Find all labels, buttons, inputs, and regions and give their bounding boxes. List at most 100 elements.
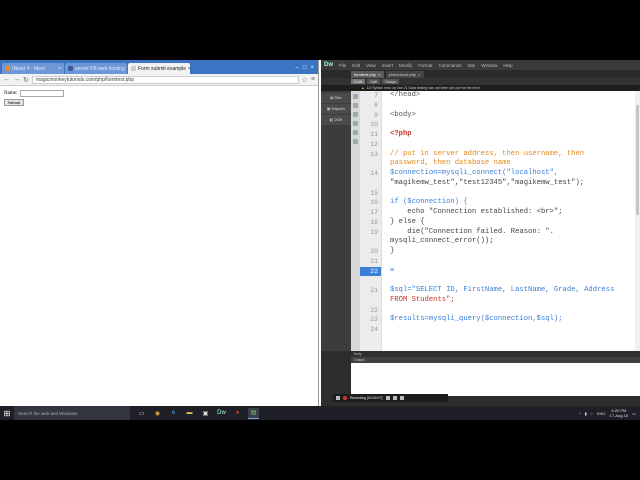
code-editor[interactable]: 7 </head> 8 9 <body> 10 11 <?php 12 13 // put in s… (360, 91, 640, 351)
address-bar[interactable]: magicmonkeytutorials.com/php/formtest.ph… (31, 75, 299, 84)
code-view-button[interactable]: Code (351, 79, 366, 84)
chrome-tab-label: (New) 4 - Mem (12, 65, 46, 72)
menu-item[interactable]: Modify (399, 63, 412, 68)
split-view-button[interactable]: Split (367, 79, 381, 84)
collapse-icon[interactable] (353, 103, 358, 108)
menu-item[interactable]: File (339, 63, 346, 68)
desktop-screen: (New) 4 - Mem× server FB web hosting× Fo… (0, 60, 640, 420)
notifications-icon[interactable]: ▭ (632, 411, 636, 416)
clock[interactable]: 8:20 PM 17-Aug-16 (610, 408, 629, 418)
code-text: $sql="SELECT ID, FirstName, LastName, Gr… (390, 286, 615, 294)
edge-icon[interactable]: e (168, 408, 179, 419)
code-line: 19 die("Connection failed. Reason: ". (360, 228, 640, 238)
menu-item[interactable]: Edit (352, 63, 360, 68)
code-line: 22 (360, 306, 640, 316)
chrome-toolbar: ← → ↻ magicmonkeytutorials.com/php/formt… (0, 74, 318, 86)
stop-icon[interactable] (399, 396, 404, 400)
dw-view-bar: Code Split Design (321, 78, 640, 85)
snippets-icon: ▦ (327, 107, 331, 111)
format-icon[interactable] (353, 139, 358, 144)
close-icon[interactable]: × (418, 72, 420, 77)
doc-tab-label: formtest.php (354, 72, 377, 77)
recorder-icon[interactable]: ● (232, 408, 243, 419)
taskbar: ⊞ Search the web and Windows ▭ ◉ e ▬ ▣ D… (0, 406, 640, 420)
code-line: 21 (360, 257, 640, 267)
language-indicator[interactable]: ENG (597, 411, 606, 416)
code-line: FROM Students"; (360, 296, 640, 306)
editor-scrollbar[interactable] (635, 91, 640, 351)
windows-start-icon[interactable]: ⊞ (0, 406, 14, 420)
close-icon[interactable]: × (378, 72, 380, 77)
menu-item[interactable]: View (366, 63, 376, 68)
chrome-tab-active[interactable]: Form submit example × (128, 63, 190, 74)
files-panel-button[interactable]: ▤ Files (321, 93, 351, 103)
recording-label: Recording [00:00:07] (350, 396, 383, 400)
scrollbar-thumb[interactable] (636, 105, 639, 215)
menu-item[interactable]: Window (481, 63, 497, 68)
minimize-icon[interactable]: – (296, 65, 299, 71)
system-tray: ^ ▮ ♪ ENG 8:20 PM 17-Aug-16 ▭ (579, 408, 640, 418)
menu-item[interactable]: Help (503, 63, 512, 68)
name-label: Name: (4, 91, 18, 96)
page-content: Name: Submit (0, 86, 318, 110)
file-explorer-icon[interactable]: ▬ (184, 408, 195, 419)
dreamweaver-window: Dw File Edit View Insert Modify Format C… (321, 60, 640, 406)
doc-tab[interactable]: phonebook.php × (385, 71, 424, 78)
menu-item[interactable]: Commands (439, 63, 462, 68)
taskbar-search[interactable]: Search the web and Windows (14, 406, 130, 420)
maximize-icon[interactable]: □ (303, 65, 307, 71)
comment-icon[interactable] (353, 121, 358, 126)
forward-icon[interactable]: → (13, 76, 20, 83)
close-icon[interactable]: × (188, 66, 190, 72)
chrome-tab-label: server FB web hosting (75, 65, 125, 72)
star-icon[interactable]: ☆ (302, 76, 308, 84)
back-icon[interactable]: ← (3, 76, 10, 83)
chrome-tab-strip: (New) 4 - Mem× server FB web hosting× Fo… (0, 60, 318, 74)
expand-icon[interactable] (353, 112, 358, 117)
line-number: 17 (370, 209, 378, 216)
submit-button[interactable]: Submit (4, 99, 24, 106)
menu-icon[interactable]: ≡ (311, 76, 315, 83)
code-line: 21 $sql="SELECT ID, FirstName, LastName, … (360, 286, 640, 296)
volume-icon[interactable]: ♪ (591, 411, 593, 416)
code-text: } (390, 247, 395, 255)
info-icon: ▲ (361, 86, 365, 90)
doc-tab[interactable]: formtest.php × (351, 71, 384, 78)
camera-icon[interactable] (392, 396, 397, 400)
task-view-icon[interactable]: ▭ (136, 408, 147, 419)
line-number: 10 (370, 121, 378, 129)
pause-icon[interactable] (336, 396, 340, 400)
code-line: 23 $results=mysqli_query($connection,$sql… (360, 315, 640, 325)
code-text: mysqli_connect_error()); (390, 237, 494, 246)
dw-coding-toolbar (351, 91, 360, 351)
open-documents-icon[interactable] (353, 94, 358, 99)
close-icon[interactable]: × (58, 66, 61, 72)
dom-panel-button[interactable]: ◧ DOM (321, 115, 351, 125)
chevron-up-icon[interactable]: ^ (579, 411, 581, 416)
dom-icon: ◧ (329, 118, 334, 122)
indent-icon[interactable] (353, 130, 358, 135)
reload-icon[interactable]: ↻ (23, 76, 29, 84)
chrome-tab[interactable]: (New) 4 - Mem × (2, 63, 64, 74)
menu-item[interactable]: Format (418, 63, 432, 68)
menu-item[interactable]: Insert (382, 63, 393, 68)
code-text: <?php (390, 130, 412, 138)
menu-item[interactable]: Site (468, 63, 476, 68)
pen-icon[interactable] (385, 396, 390, 400)
network-icon[interactable]: ▮ (585, 411, 587, 416)
dw-left-panels: ▤ Files ▦ Snippets ◧ DOM (321, 91, 351, 351)
code-text: } else { (390, 217, 425, 226)
terminal-icon[interactable]: ▤ (248, 407, 259, 419)
design-view-button[interactable]: Design (382, 79, 400, 84)
chrome-icon[interactable]: ◉ (152, 408, 163, 419)
close-window-icon[interactable]: × (310, 65, 314, 71)
record-icon[interactable] (343, 396, 347, 400)
chrome-tab[interactable]: server FB web hosting× (65, 63, 127, 74)
snippets-panel-button[interactable]: ▦ Snippets (321, 104, 351, 114)
store-icon[interactable]: ▣ (200, 408, 211, 419)
code-text: // put in server address, then username,… (390, 149, 585, 158)
dreamweaver-icon[interactable]: Dw (216, 408, 227, 419)
line-number: 21 (370, 287, 378, 294)
name-input[interactable] (20, 90, 65, 97)
